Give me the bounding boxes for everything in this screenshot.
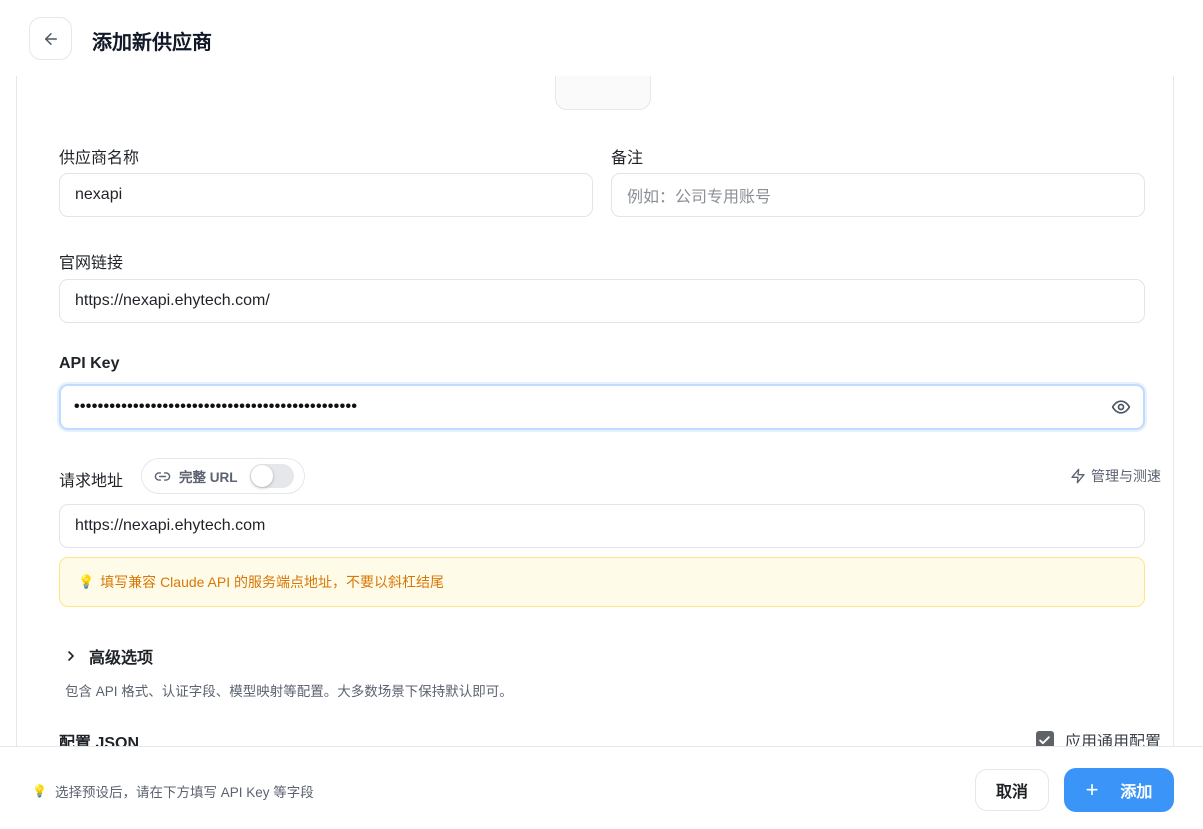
form-scroll-area[interactable]: 供应商名称 nexapi 备注 例如：公司专用账号 官网链接 https://n… bbox=[16, 76, 1174, 746]
apply-common-config-label: 应用通用配置 bbox=[1064, 734, 1161, 746]
note-label: 备注 bbox=[611, 150, 644, 167]
request-url-hint: 💡 填写兼容 Claude API 的服务端点地址，不要以斜杠结尾 bbox=[59, 557, 1145, 607]
page-title: 添加新供应商 bbox=[92, 32, 212, 54]
request-url-input[interactable]: https://nexapi.ehytech.com bbox=[59, 504, 1145, 548]
note-placeholder: 例如：公司专用账号 bbox=[627, 189, 772, 206]
check-icon bbox=[1039, 735, 1051, 744]
api-key-masked-value: ••••••••••••••••••••••••••••••••••••••••… bbox=[74, 398, 358, 415]
link-icon bbox=[154, 471, 171, 481]
advanced-options-title: 高级选项 bbox=[89, 650, 154, 667]
advanced-options-toggle[interactable]: 高级选项 bbox=[63, 644, 153, 668]
lightbulb-icon: 💡 bbox=[32, 784, 47, 798]
arrow-left-icon bbox=[44, 32, 57, 45]
full-url-switch[interactable] bbox=[250, 464, 294, 488]
chevron-right-icon bbox=[68, 651, 74, 661]
website-input[interactable]: https://nexapi.ehytech.com/ bbox=[59, 279, 1145, 323]
api-key-label: API Key bbox=[59, 355, 120, 372]
plus-icon: + bbox=[1085, 777, 1099, 802]
zap-icon bbox=[1071, 468, 1085, 484]
add-button[interactable]: + 添加 bbox=[1064, 768, 1174, 812]
footer-hint-text: 选择预设后，请在下方填写 API Key 等字段 bbox=[54, 785, 314, 800]
provider-name-input[interactable]: nexapi bbox=[59, 173, 593, 217]
apply-common-config-checkbox[interactable]: 应用通用配置 bbox=[1035, 728, 1161, 746]
manage-speedtest-label: 管理与测速 bbox=[1091, 468, 1161, 484]
lightbulb-icon: 💡 bbox=[78, 574, 95, 589]
request-url-value: https://nexapi.ehytech.com bbox=[75, 517, 266, 534]
add-button-label: 添加 bbox=[1120, 784, 1153, 801]
provider-icon-picker[interactable] bbox=[555, 76, 651, 110]
provider-name-value: nexapi bbox=[75, 186, 123, 203]
full-url-label: 完整 URL bbox=[179, 470, 238, 485]
advanced-options-description: 包含 API 格式、认证字段、模型映射等配置。大多数场景下保持默认即可。 bbox=[65, 684, 513, 699]
request-url-label: 请求地址 bbox=[59, 473, 124, 490]
cancel-button[interactable]: 取消 bbox=[975, 769, 1049, 811]
switch-knob bbox=[251, 465, 273, 487]
provider-name-label: 供应商名称 bbox=[59, 150, 140, 167]
eye-icon[interactable] bbox=[1111, 397, 1131, 417]
website-value: https://nexapi.ehytech.com/ bbox=[75, 292, 270, 309]
api-key-input[interactable]: ••••••••••••••••••••••••••••••••••••••••… bbox=[59, 384, 1145, 430]
back-button[interactable] bbox=[29, 17, 72, 60]
full-url-toggle[interactable]: 完整 URL bbox=[141, 458, 305, 494]
page-header: 添加新供应商 bbox=[0, 0, 1203, 76]
manage-speedtest-link[interactable]: 管理与测速 bbox=[1070, 466, 1161, 486]
footer-hint: 💡 选择预设后，请在下方填写 API Key 等字段 bbox=[32, 781, 314, 801]
note-input[interactable]: 例如：公司专用账号 bbox=[611, 173, 1145, 217]
config-json-title: 配置 JSON bbox=[59, 735, 140, 746]
request-url-hint-text: 填写兼容 Claude API 的服务端点地址，不要以斜杠结尾 bbox=[100, 574, 445, 590]
footer-bar: 💡 选择预设后，请在下方填写 API Key 等字段 取消 + 添加 bbox=[0, 746, 1203, 829]
checkbox-box[interactable] bbox=[1035, 731, 1054, 746]
website-label: 官网链接 bbox=[59, 255, 124, 272]
